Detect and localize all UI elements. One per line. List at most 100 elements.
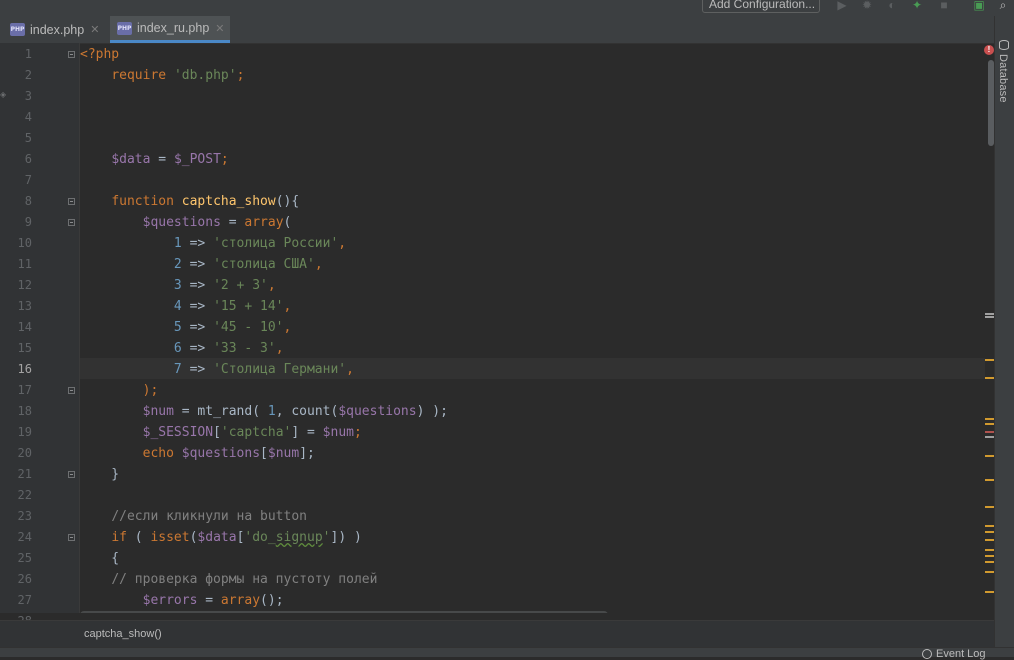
line-number: 8 <box>24 194 32 208</box>
main-toolbar: Add Configuration... ▶ ✹ ◐ ✦ ■ ▣ ⌕ <box>0 0 1014 16</box>
code-token: 'do_ <box>244 530 276 545</box>
code-token: => <box>181 299 214 314</box>
code-token: ); <box>142 383 159 398</box>
line-number: 10 <box>17 236 32 250</box>
right-tool-window-bar <box>994 16 1014 656</box>
code-token: $data <box>111 152 151 167</box>
code-token: 5 <box>173 320 182 335</box>
line-number: 3 <box>24 89 32 103</box>
fold-toggle-icon[interactable] <box>68 387 75 394</box>
code-token: ' <box>322 530 331 545</box>
close-icon[interactable]: ✕ <box>215 22 224 35</box>
code-token: = <box>197 593 221 608</box>
stop-icon[interactable]: ■ <box>937 0 951 12</box>
code-token: => <box>181 362 214 377</box>
code-token: // проверка формы на пустоту полей <box>111 572 378 587</box>
code-token: $num <box>267 446 300 461</box>
code-token: $errors <box>142 593 198 608</box>
fold-toggle-icon[interactable] <box>68 534 75 541</box>
run-icon[interactable]: ▶ <box>835 0 849 12</box>
add-configuration-button[interactable]: Add Configuration... <box>702 0 820 13</box>
search-icon[interactable]: ⌕ <box>996 0 1010 12</box>
code-token: , <box>314 257 323 272</box>
fold-toggle-icon[interactable] <box>68 198 75 205</box>
code-token: '2 + 3' <box>213 278 268 293</box>
code-token: '15 + 14' <box>213 299 284 314</box>
code-token: => <box>181 236 214 251</box>
code-token: ( <box>283 215 292 230</box>
code-token: ; <box>220 152 229 167</box>
code-token: ) ); <box>416 404 448 419</box>
profile-icon[interactable]: ✦ <box>910 0 924 12</box>
debug-icon[interactable]: ✹ <box>860 0 874 12</box>
line-number: 20 <box>17 446 32 460</box>
code-line: //если кликнули на button <box>80 506 307 527</box>
code-line: function captcha_show(){ <box>80 191 299 212</box>
code-line: 6 => '33 - 3', <box>80 338 284 359</box>
code-token: => <box>181 278 214 293</box>
line-number: 13 <box>17 299 32 313</box>
line-number: 5 <box>24 131 32 145</box>
code-token: $data <box>197 530 237 545</box>
line-number: 21 <box>17 467 32 481</box>
line-number: 1 <box>24 47 32 61</box>
code-line: <?php <box>80 44 119 65</box>
code-editor[interactable]: <?php require 'db.php'; $data = $_POST; … <box>80 43 985 613</box>
line-number: 24 <box>17 530 32 544</box>
breadcrumb-function[interactable]: captcha_show() <box>84 628 162 640</box>
code-line: { <box>80 548 119 569</box>
code-token: $num <box>322 425 354 440</box>
code-token: [ <box>213 425 221 440</box>
code-token: , <box>275 341 284 356</box>
tab-index-ru-php[interactable]: PHP index_ru.php ✕ <box>110 16 230 43</box>
code-token: 'столица США' <box>213 257 315 272</box>
fold-toggle-icon[interactable] <box>68 51 75 58</box>
code-token: ]) ) <box>330 530 362 545</box>
line-number: 17 <box>17 383 32 397</box>
code-token: $_SESSION <box>142 425 214 440</box>
line-number: 18 <box>17 404 32 418</box>
code-token: isset <box>150 530 190 545</box>
code-token: $questions <box>338 404 417 419</box>
tab-index-php[interactable]: PHP index.php ✕ <box>10 16 108 43</box>
php-file-icon: PHP <box>10 23 25 36</box>
run-anything-icon[interactable]: ▣ <box>972 0 986 12</box>
code-token: 3 <box>173 278 182 293</box>
code-token: 'Столица Германи' <box>213 362 347 377</box>
breadcrumb: captcha_show() <box>0 620 994 648</box>
code-line: $_SESSION['captcha'] = $num; <box>80 422 362 443</box>
line-number: 2 <box>24 68 32 82</box>
code-token: => <box>181 257 214 272</box>
fold-toggle-icon[interactable] <box>68 471 75 478</box>
line-number: 6 <box>24 152 32 166</box>
coverage-icon[interactable]: ◐ <box>885 0 899 12</box>
code-line: ); <box>80 380 159 401</box>
code-token: array <box>244 215 284 230</box>
code-token: array <box>220 593 261 608</box>
code-line: if ( isset($data['do_signup']) ) <box>80 527 362 548</box>
line-number: 9 <box>24 215 32 229</box>
code-token: $questions <box>181 446 261 461</box>
close-icon[interactable]: ✕ <box>90 23 99 36</box>
event-log-button[interactable]: Event Log <box>922 648 986 660</box>
code-token: => <box>181 341 214 356</box>
line-number: 16 <box>17 362 32 376</box>
code-token: , <box>283 299 292 314</box>
database-tool-tab[interactable]: Database <box>997 38 1011 103</box>
fold-toggle-icon[interactable] <box>68 219 75 226</box>
code-token: $_POST <box>173 152 221 167</box>
code-token: ] = <box>291 425 323 440</box>
code-line: // проверка формы на пустоту полей <box>80 569 377 590</box>
code-token: signup <box>275 530 323 545</box>
error-indicator-icon[interactable]: ! <box>984 45 994 55</box>
code-token: 'db.php' <box>173 68 237 83</box>
line-number-gutter[interactable]: ◈ 1 2 3 4 5 6 7 8 9 10 11 12 13 14 15 16 17 18 19 20 21 22 23 2… <box>0 43 97 628</box>
